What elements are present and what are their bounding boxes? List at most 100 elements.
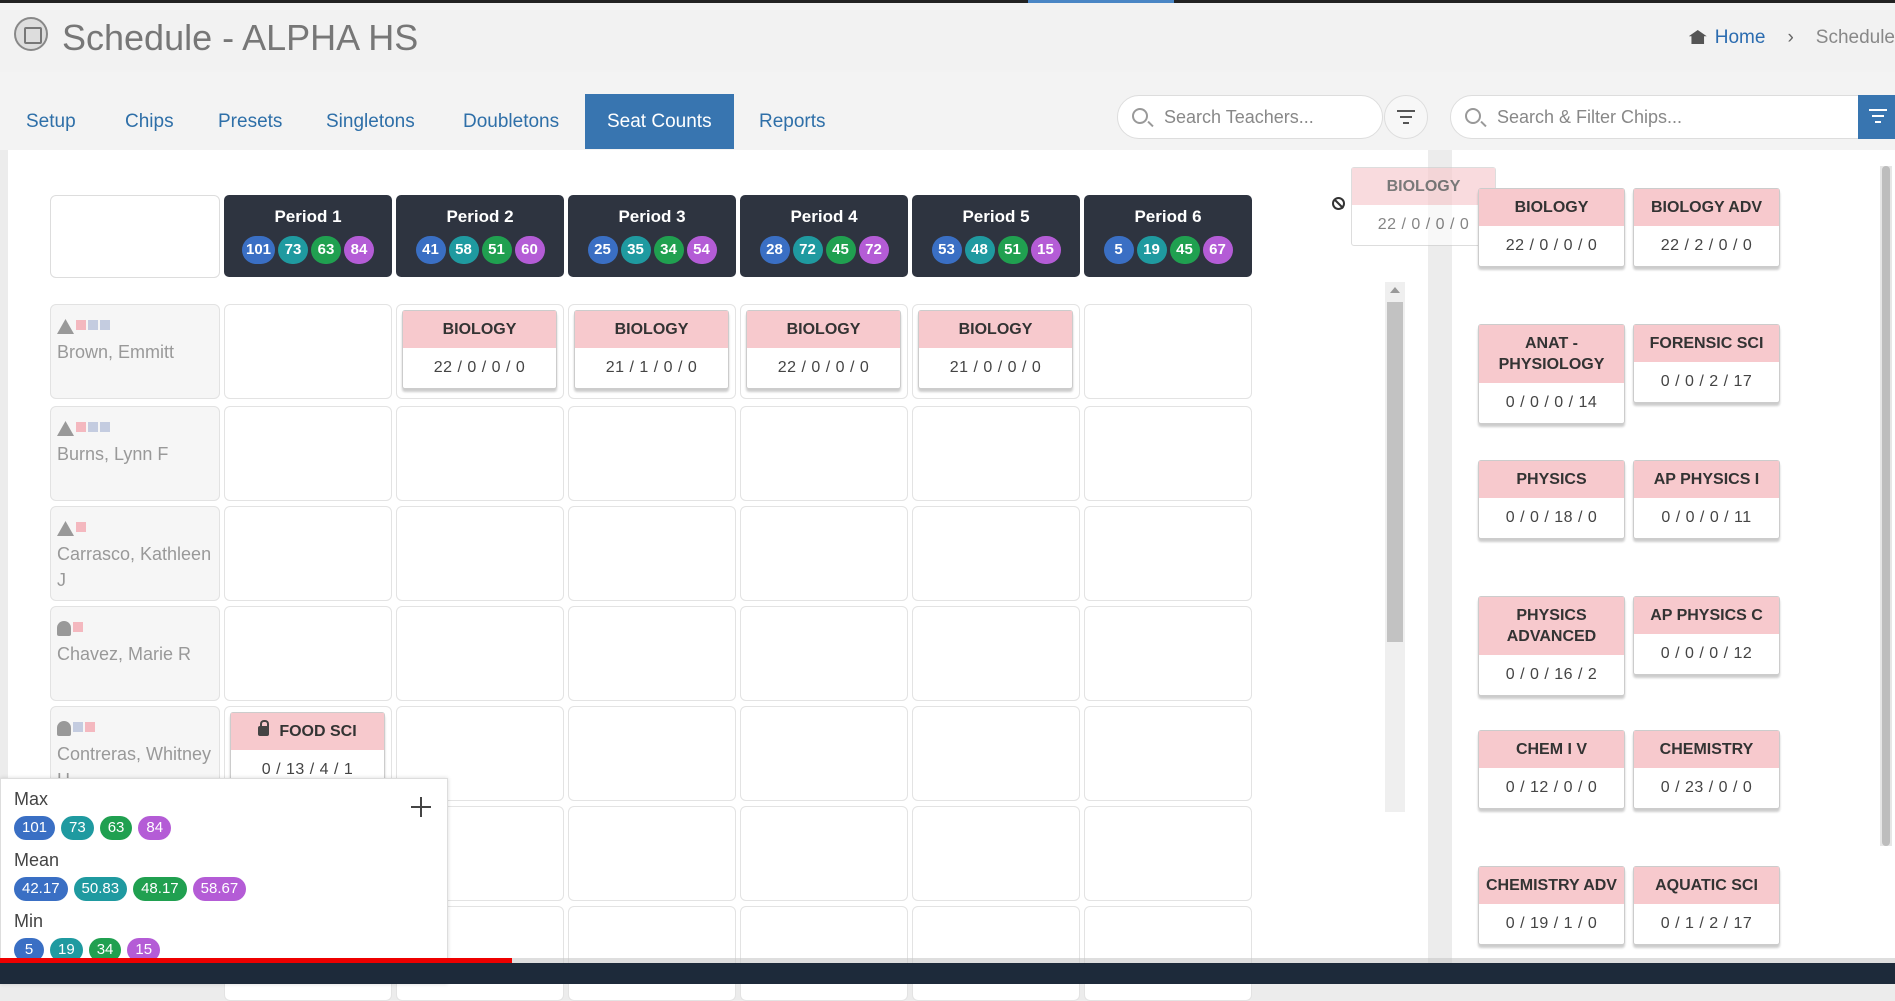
schedule-cell[interactable] — [568, 806, 736, 901]
palette-chip[interactable]: FORENSIC SCI 0 / 0 / 2 / 17 — [1633, 324, 1780, 403]
scheduled-chip[interactable]: BIOLOGY 22 / 0 / 0 / 0 — [746, 310, 901, 389]
palette-chip[interactable]: ANAT - PHYSIOLOGY 0 / 0 / 0 / 14 — [1478, 324, 1625, 424]
chip-search-input[interactable]: Search & Filter Chips... — [1450, 95, 1860, 139]
tab-setup[interactable]: Setup — [4, 94, 98, 149]
grid-scrollbar[interactable] — [1385, 282, 1405, 812]
chip-title: FORENSIC SCI — [1634, 325, 1779, 362]
video-controls-bar — [0, 963, 1895, 984]
schedule-cell[interactable] — [1084, 506, 1252, 601]
tab-singletons[interactable]: Singletons — [304, 94, 437, 149]
chip-title: AQUATIC SCI — [1634, 867, 1779, 904]
palette-chip[interactable]: BIOLOGY 22 / 0 / 0 / 0 — [1478, 188, 1625, 267]
palette-chip[interactable]: BIOLOGY ADV 22 / 2 / 0 / 0 — [1633, 188, 1780, 267]
chip-title-text: BIOLOGY — [786, 321, 861, 338]
scheduled-chip[interactable]: BIOLOGY 21 / 0 / 0 / 0 — [918, 310, 1073, 389]
palette-chip[interactable]: CHEMISTRY 0 / 23 / 0 / 0 — [1633, 730, 1780, 809]
schedule-cell[interactable] — [740, 506, 908, 601]
schedule-cell[interactable] — [568, 606, 736, 701]
period-header: Period 5 53 48 51 15 — [912, 195, 1080, 277]
scheduled-chip[interactable]: BIOLOGY 22 / 0 / 0 / 0 — [402, 310, 557, 389]
schedule-cell[interactable] — [224, 304, 392, 399]
schedule-cell[interactable] — [396, 606, 564, 701]
schedule-cell[interactable] — [1084, 806, 1252, 901]
count-pill: 72 — [858, 236, 889, 264]
schedule-cell[interactable] — [396, 506, 564, 601]
schedule-cell[interactable] — [912, 506, 1080, 601]
schedule-cell[interactable] — [1084, 706, 1252, 801]
schedule-cell[interactable] — [224, 406, 392, 501]
teacher-row-label[interactable]: Carrasco, Kathleen J — [50, 506, 220, 601]
period-title: Period 6 — [1134, 207, 1202, 226]
home-icon — [1688, 30, 1707, 44]
stats-mean-label: Mean — [14, 850, 60, 870]
chip-title-text: BIOLOGY — [614, 321, 689, 338]
schedule-cell[interactable] — [912, 906, 1080, 1001]
move-icon[interactable] — [411, 797, 431, 817]
schedule-cell[interactable] — [224, 506, 392, 601]
count-pill: 53 — [931, 236, 962, 264]
flag-square — [73, 722, 83, 732]
palette-chip[interactable]: CHEM I V 0 / 12 / 0 / 0 — [1478, 730, 1625, 809]
palette-chip[interactable]: PHYSICS ADVANCED 0 / 0 / 16 / 2 — [1478, 596, 1625, 696]
chip-title-text: BIOLOGY — [442, 321, 517, 338]
palette-chip[interactable]: AQUATIC SCI 0 / 1 / 2 / 17 — [1633, 866, 1780, 945]
tab-doubletons[interactable]: Doubletons — [441, 94, 581, 149]
schedule-cell[interactable] — [740, 706, 908, 801]
schedule-cell[interactable] — [568, 906, 736, 1001]
palette-chip[interactable]: PHYSICS 0 / 0 / 18 / 0 — [1478, 460, 1625, 539]
search-icon — [1132, 108, 1148, 124]
schedule-cell[interactable] — [912, 406, 1080, 501]
top-bar: Schedule - ALPHA HS Home › Schedule — [0, 0, 1895, 72]
chip-title: FOOD SCI — [231, 713, 384, 750]
count-pill: 41 — [415, 236, 446, 264]
tab-seat-counts[interactable]: Seat Counts — [585, 94, 734, 149]
palette-chip[interactable]: AP PHYSICS C 0 / 0 / 0 / 12 — [1633, 596, 1780, 675]
schedule-cell[interactable] — [396, 406, 564, 501]
palette-scrollbar[interactable] — [1880, 166, 1892, 846]
chip-counts: 22 / 0 / 0 / 0 — [777, 359, 870, 376]
chip-counts: 22 / 0 / 0 / 0 — [1505, 237, 1598, 254]
tab-reports[interactable]: Reports — [737, 94, 848, 149]
schedule-cell[interactable] — [224, 606, 392, 701]
count-pill: 60 — [514, 236, 545, 264]
schedule-cell[interactable] — [740, 406, 908, 501]
chip-filter-button[interactable] — [1858, 95, 1895, 139]
dragging-chip[interactable]: BIOLOGY 22 / 0 / 0 / 0 — [1351, 167, 1496, 246]
flag-square — [73, 622, 83, 632]
schedule-cell[interactable] — [568, 506, 736, 601]
breadcrumb-home-link[interactable]: Home — [1715, 27, 1766, 48]
teacher-search-input[interactable]: Search Teachers... — [1117, 95, 1383, 139]
schedule-cell[interactable] — [1084, 406, 1252, 501]
teacher-row-label[interactable]: Chavez, Marie R — [50, 606, 220, 701]
schedule-cell[interactable] — [1084, 304, 1252, 399]
chip-title: PHYSICS — [1479, 461, 1624, 498]
teacher-name: Burns, Lynn F — [57, 444, 169, 464]
schedule-cell[interactable] — [912, 806, 1080, 901]
tab-chips[interactable]: Chips — [103, 94, 196, 149]
schedule-cell[interactable] — [1084, 606, 1252, 701]
schedule-cell[interactable] — [912, 606, 1080, 701]
tab-presets[interactable]: Presets — [196, 94, 304, 149]
schedule-cell[interactable] — [740, 906, 908, 1001]
count-pill: 19 — [1136, 236, 1167, 264]
period-counts: 5 19 45 67 — [1084, 236, 1252, 264]
schedule-cell[interactable] — [740, 806, 908, 901]
period-counts: 25 35 34 54 — [568, 236, 736, 264]
chip-counts: 22 / 0 / 0 / 0 — [1377, 216, 1470, 233]
schedule-cell[interactable] — [568, 706, 736, 801]
schedule-cell[interactable] — [740, 606, 908, 701]
schedule-cell[interactable] — [912, 706, 1080, 801]
schedule-cell[interactable] — [568, 406, 736, 501]
count-pill: 54 — [686, 236, 717, 264]
teacher-row-label[interactable]: Brown, Emmitt — [50, 304, 220, 399]
schedule-cell[interactable] — [1084, 906, 1252, 1001]
palette-chip[interactable]: AP PHYSICS I 0 / 0 / 0 / 11 — [1633, 460, 1780, 539]
scheduled-chip[interactable]: BIOLOGY 21 / 1 / 0 / 0 — [574, 310, 729, 389]
teacher-row-label[interactable]: Burns, Lynn F — [50, 406, 220, 501]
chip-title: PHYSICS ADVANCED — [1479, 597, 1624, 655]
user-icon — [57, 721, 71, 736]
stats-panel[interactable]: Max 101 73 63 84 Mean 42.17 50.83 48.17 58.67 … — [0, 778, 448, 984]
teacher-filter-button[interactable] — [1384, 95, 1428, 139]
palette-chip[interactable]: CHEMISTRY ADV 0 / 19 / 1 / 0 — [1478, 866, 1625, 945]
count-pill: 34 — [653, 236, 684, 264]
